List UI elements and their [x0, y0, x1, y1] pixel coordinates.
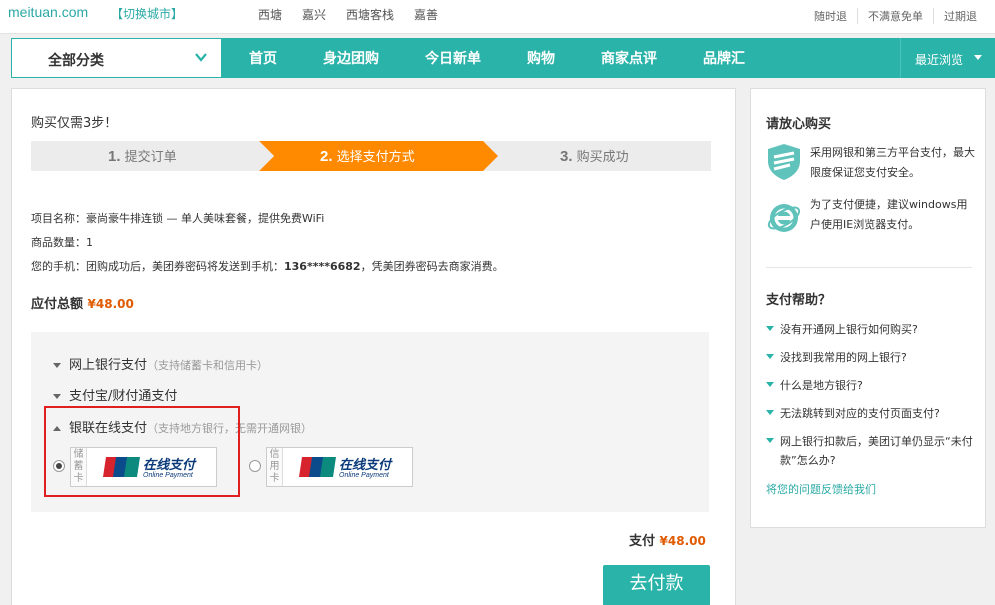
online-payment-subtext: Online Payment — [339, 472, 389, 479]
nav-item-brands[interactable]: 品牌汇 — [703, 48, 745, 68]
main-nav: 全部分类 首页 身边团购 今日新单 购物 商家点评 品牌汇 最近浏览 — [11, 38, 995, 78]
top-bar: meituan.com 【切换城市】 西塘 嘉兴 西塘客栈 嘉善 随时退 不满意… — [0, 0, 995, 34]
city-link[interactable]: 西塘客栈 — [346, 6, 394, 23]
city-link[interactable]: 嘉善 — [414, 6, 438, 23]
help-link[interactable]: 网上银行扣款后，美团订单仍显示“未付款”怎么办? — [766, 432, 976, 470]
step-3: 3. 购买成功 — [560, 148, 629, 165]
steps-title: 购买仅需3步！ — [31, 116, 118, 131]
chevron-down-icon — [195, 53, 207, 62]
safe-purchase-title: 请放心购买 — [766, 117, 832, 132]
caret-down-icon — [53, 394, 61, 399]
item-quantity: 商品数量：1 — [31, 236, 93, 249]
unionpay-logo-icon — [299, 457, 336, 477]
item-name: 项目名称：豪尚豪牛排连锁 — 单人美味套餐，提供免费WiFi — [31, 212, 325, 225]
recent-views-dropdown[interactable]: 最近浏览 — [900, 38, 995, 78]
feedback-link[interactable]: 将您的问题反馈给我们 — [766, 481, 876, 497]
category-label: 全部分类 — [48, 53, 104, 69]
nav-item-home[interactable]: 首页 — [249, 48, 277, 68]
guarantee-link-refund-anytime[interactable]: 随时退 — [804, 8, 857, 24]
caret-down-icon — [53, 363, 61, 368]
nav-item-nearby[interactable]: 身边团购 — [323, 48, 379, 68]
step-progress: 1. 提交订单 2. 选择支付方式 3. 购买成功 — [31, 141, 711, 171]
unionpay-credit-card[interactable]: 信用卡 在线支付 Online Payment — [266, 447, 413, 487]
pay-button[interactable]: 去付款 — [603, 565, 710, 605]
unionpay-debit-card[interactable]: 储蓄卡 在线支付 Online Payment — [70, 447, 217, 487]
nav-item-shopping[interactable]: 购物 — [527, 48, 555, 68]
unionpay-logo-icon — [103, 457, 140, 477]
help-link[interactable]: 什么是地方银行? — [766, 376, 976, 395]
category-dropdown[interactable]: 全部分类 — [11, 38, 222, 78]
city-link[interactable]: 嘉兴 — [302, 6, 326, 23]
pay-amount: ¥48.00 — [659, 534, 706, 548]
method-online-banking[interactable]: 网上银行支付（支持储蓄卡和信用卡） — [53, 354, 268, 373]
phone-number: 136****6682 — [284, 260, 361, 273]
checkout-panel: 购买仅需3步！ 1. 提交订单 2. 选择支付方式 3. 购买成功 项目名称：豪… — [11, 88, 736, 605]
step-2-active: 2. 选择支付方式 — [320, 148, 415, 165]
help-link[interactable]: 没找到我常用的网上银行? — [766, 348, 976, 367]
online-payment-text: 在线支付 — [143, 458, 196, 473]
total-amount: ¥48.00 — [87, 297, 134, 311]
guarantee-link-expired-refund[interactable]: 过期退 — [933, 8, 987, 24]
nav-items: 首页 身边团购 今日新单 购物 商家点评 品牌汇 — [249, 48, 791, 68]
caret-down-icon — [974, 55, 982, 60]
help-link[interactable]: 没有开通网上银行如何购买? — [766, 320, 976, 339]
recent-views-label: 最近浏览 — [915, 53, 964, 67]
payment-methods: 网上银行支付（支持储蓄卡和信用卡） 支付宝/财付通支付 银联在线支付（支持地方银… — [31, 332, 709, 512]
city-link[interactable]: 西塘 — [258, 6, 282, 23]
ie-browser-icon — [767, 204, 801, 232]
sidebar: 请放心购买 采用网银和第三方平台支付，最大限度保证您支付安全。 为了支付便捷，建… — [750, 88, 986, 528]
radio-debit[interactable] — [53, 460, 65, 472]
guarantee-links: 随时退 不满意免单 过期退 — [804, 8, 987, 24]
guarantee-link-unsatisfied-free[interactable]: 不满意免单 — [857, 8, 933, 24]
order-info: 项目名称：豪尚豪牛排连锁 — 单人美味套餐，提供免费WiFi 商品数量：1 您的… — [31, 207, 504, 279]
online-payment-text: 在线支付 — [339, 458, 392, 473]
step-1: 1. 提交订单 — [108, 148, 177, 165]
card-type-debit: 储蓄卡 — [71, 448, 87, 486]
switch-city-link[interactable]: 【切换城市】 — [111, 5, 183, 22]
shield-icon — [768, 144, 800, 180]
browser-tip-text: 为了支付便捷，建议windows用户使用IE浏览器支付。 — [810, 198, 968, 231]
payment-help-title: 支付帮助？ — [766, 293, 832, 308]
online-payment-subtext: Online Payment — [143, 472, 193, 479]
help-link[interactable]: 无法跳转到对应的支付页面支付? — [766, 404, 976, 423]
total-due: 应付总额 ¥48.00 — [31, 297, 134, 312]
radio-credit[interactable] — [249, 460, 261, 472]
safe-item-text: 采用网银和第三方平台支付，最大限度保证您支付安全。 — [810, 146, 975, 179]
site-logo[interactable]: meituan.com — [8, 4, 88, 20]
method-alipay-tenpay[interactable]: 支付宝/财付通支付 — [53, 385, 177, 404]
divider — [766, 267, 972, 268]
city-links: 西塘 嘉兴 西塘客栈 嘉善 — [258, 6, 458, 23]
pay-total: 支付 ¥48.00 — [629, 534, 706, 549]
card-type-credit: 信用卡 — [267, 448, 283, 486]
nav-item-reviews[interactable]: 商家点评 — [601, 48, 657, 68]
nav-item-new-today[interactable]: 今日新单 — [425, 48, 481, 68]
phone-line: 您的手机：团购成功后，美团券密码将发送到手机：136****6682，凭美团券密… — [31, 260, 504, 273]
